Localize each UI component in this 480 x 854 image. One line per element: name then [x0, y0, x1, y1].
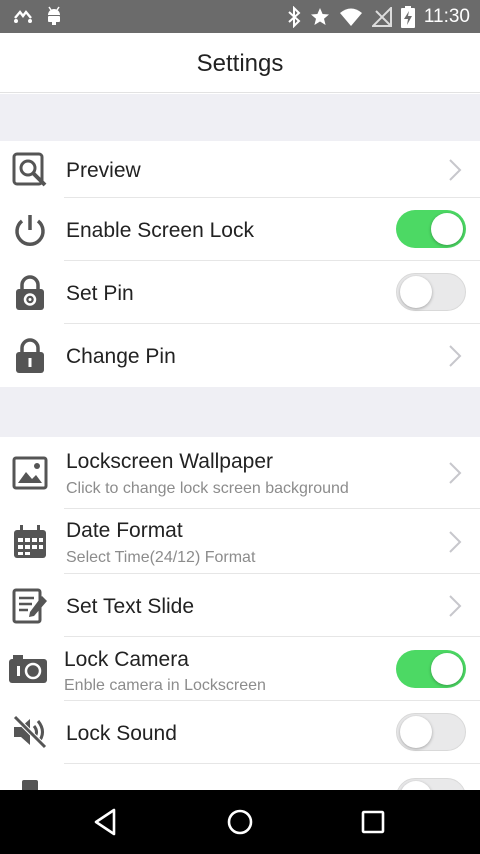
camera-icon — [8, 651, 48, 687]
enable-screen-lock-toggle[interactable] — [396, 210, 466, 248]
recents-icon[interactable] — [357, 806, 389, 838]
setting-row-enable-screen-lock: Enable Screen Lock — [0, 198, 480, 261]
setting-label: Set Text Slide — [66, 595, 195, 618]
chevron-right-icon — [448, 344, 462, 368]
lock-camera-toggle[interactable] — [396, 650, 466, 688]
preview-icon — [12, 152, 48, 188]
home-icon[interactable] — [224, 806, 256, 838]
setting-label: Lock Camera — [64, 648, 189, 671]
setting-row-partial — [0, 764, 480, 790]
navigation-bar — [0, 790, 480, 854]
setting-row-lockscreen-wallpaper[interactable]: Lockscreen Wallpaper Click to change loc… — [0, 437, 480, 509]
setting-label: Set Pin — [66, 282, 134, 305]
edit-text-icon — [12, 588, 48, 624]
setting-row-preview[interactable]: Preview — [0, 141, 480, 198]
setting-subtitle: Select Time(24/12) Format — [66, 549, 256, 566]
page-title: Settings — [196, 50, 284, 77]
bluetooth-icon — [287, 6, 301, 28]
setting-label: Enable Screen Lock — [66, 219, 254, 242]
wallpaper-icon — [12, 455, 48, 491]
setting-label: Preview — [66, 159, 141, 182]
chevron-right-icon — [448, 158, 462, 182]
app-header: Settings — [0, 33, 480, 93]
back-icon[interactable] — [90, 806, 122, 838]
wifi-icon — [339, 7, 363, 27]
lock-icon — [12, 338, 48, 374]
sound-off-icon — [12, 714, 48, 750]
star-icon — [310, 7, 330, 27]
setting-label: Change Pin — [66, 345, 176, 368]
calendar-icon — [12, 524, 48, 560]
setting-row-set-text-slide[interactable]: Set Text Slide — [0, 574, 480, 637]
setting-row-lock-sound: Lock Sound — [0, 701, 480, 764]
setting-row-set-pin: Set Pin — [0, 261, 480, 324]
section-gap — [0, 94, 480, 141]
lock-sound-toggle[interactable] — [396, 713, 466, 751]
setting-row-date-format[interactable]: Date Format Select Time(24/12) Format — [0, 509, 480, 574]
setting-label: Lockscreen Wallpaper — [66, 450, 273, 473]
setting-label: Date Format — [66, 519, 183, 542]
setting-subtitle: Click to change lock screen background — [66, 480, 349, 497]
status-bar: 11:30 — [0, 0, 480, 33]
setting-subtitle: Enble camera in Lockscreen — [64, 677, 266, 694]
setting-row-lock-camera: Lock Camera Enble camera in Lockscreen — [0, 637, 480, 701]
chevron-right-icon — [448, 530, 462, 554]
no-signal-icon — [371, 7, 392, 27]
setting-icon — [12, 778, 48, 790]
partial-toggle[interactable] — [396, 778, 466, 790]
status-clock: 11:30 — [423, 6, 470, 27]
setting-row-change-pin[interactable]: Change Pin — [0, 324, 480, 387]
chevron-right-icon — [448, 461, 462, 485]
section-gap — [0, 387, 480, 437]
lock-settings-icon — [12, 275, 48, 311]
power-icon — [12, 212, 48, 248]
setting-label: Lock Sound — [66, 722, 177, 745]
chevron-right-icon — [448, 594, 462, 618]
set-pin-toggle[interactable] — [396, 273, 466, 311]
battery-charging-icon — [400, 6, 415, 28]
android-icon — [44, 6, 64, 26]
notification-icon — [12, 6, 34, 26]
